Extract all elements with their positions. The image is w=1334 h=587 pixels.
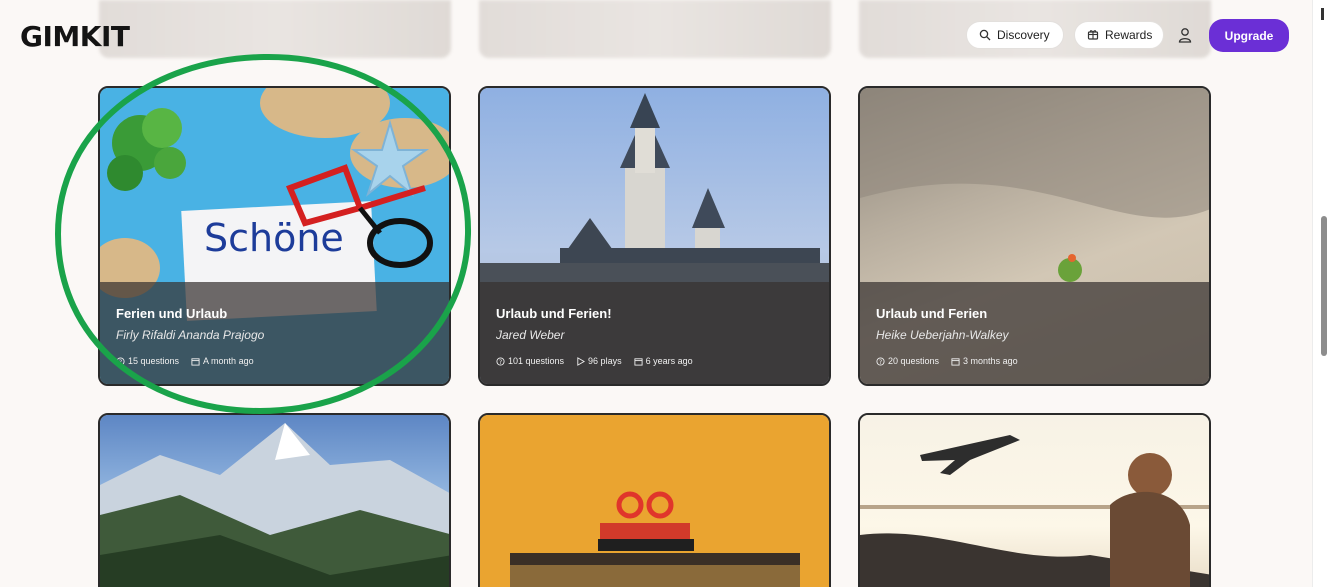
kit-thumbnail [100,415,449,587]
kit-meta: ? 101 questions 96 plays 6 years ago [496,356,693,366]
question-count: ? 101 questions [496,356,564,366]
question-count: ? 20 questions [876,356,939,366]
scroll-thumb[interactable] [1321,216,1327,356]
question-count: ? 15 questions [116,356,179,366]
kit-author: Firly Rifaldi Ananda Prajogo [116,328,265,342]
kit-card[interactable]: Urlaub und Ferien! Jared Weber ? 101 que… [478,86,831,386]
calendar-icon [191,357,200,366]
kit-card[interactable] [98,413,451,587]
user-icon [1178,28,1192,43]
kit-card[interactable] [478,413,831,587]
plant-icon [107,108,186,191]
kit-title: Ferien und Urlaub [116,306,228,321]
sunglasses-books-icon [510,491,800,587]
svg-text:?: ? [119,358,122,365]
kit-card[interactable]: Schöne Ferien und Urlaub Firly Rifaldi A… [98,86,451,386]
calendar-icon [634,357,643,366]
mountain-icon [100,423,449,587]
gimkit-logo[interactable]: GIMKIT [20,20,130,53]
discovery-label: Discovery [997,28,1050,42]
rewards-icon [1087,30,1099,40]
kit-age: A month ago [191,356,254,366]
kit-meta: ? 20 questions 3 months ago [876,356,1018,366]
kit-thumbnail [860,415,1209,587]
svg-text:?: ? [879,358,882,365]
question-icon: ? [496,356,505,365]
discovery-button[interactable]: Discovery [966,21,1064,49]
kit-title: Urlaub und Ferien [876,306,988,321]
page-scrollbar[interactable] [1312,0,1334,587]
kit-card[interactable] [858,413,1211,587]
ghost-card [99,0,451,58]
upgrade-button[interactable]: Upgrade [1209,19,1289,52]
play-count: 96 plays [576,356,622,366]
rewards-button[interactable]: Rewards [1074,21,1164,49]
search-icon [979,29,991,41]
scroll-up-marker [1321,8,1324,20]
question-icon: ? [876,356,885,365]
kit-author: Jared Weber [496,328,565,342]
airplane-traveler-icon [860,435,1209,587]
calendar-icon [951,357,960,366]
play-icon [577,356,586,366]
question-icon: ? [116,356,125,365]
kit-thumbnail [480,415,829,587]
kit-age: 3 months ago [951,356,1018,366]
glasses-icon [285,164,433,268]
kit-age: 6 years ago [634,356,693,366]
kit-meta: ? 15 questions A month ago [116,356,254,366]
kit-title: Urlaub und Ferien! [496,306,612,321]
top-bar: GIMKIT Discovery Rewards Upgrade [0,0,1312,64]
kit-card[interactable]: Urlaub und Ferien Heike Ueberjahn-Walkey… [858,86,1211,386]
rewards-label: Rewards [1105,28,1153,42]
account-button[interactable] [1171,21,1199,49]
kit-author: Heike Ueberjahn-Walkey [876,328,1009,342]
svg-text:?: ? [499,358,502,365]
ghost-card [479,0,831,58]
